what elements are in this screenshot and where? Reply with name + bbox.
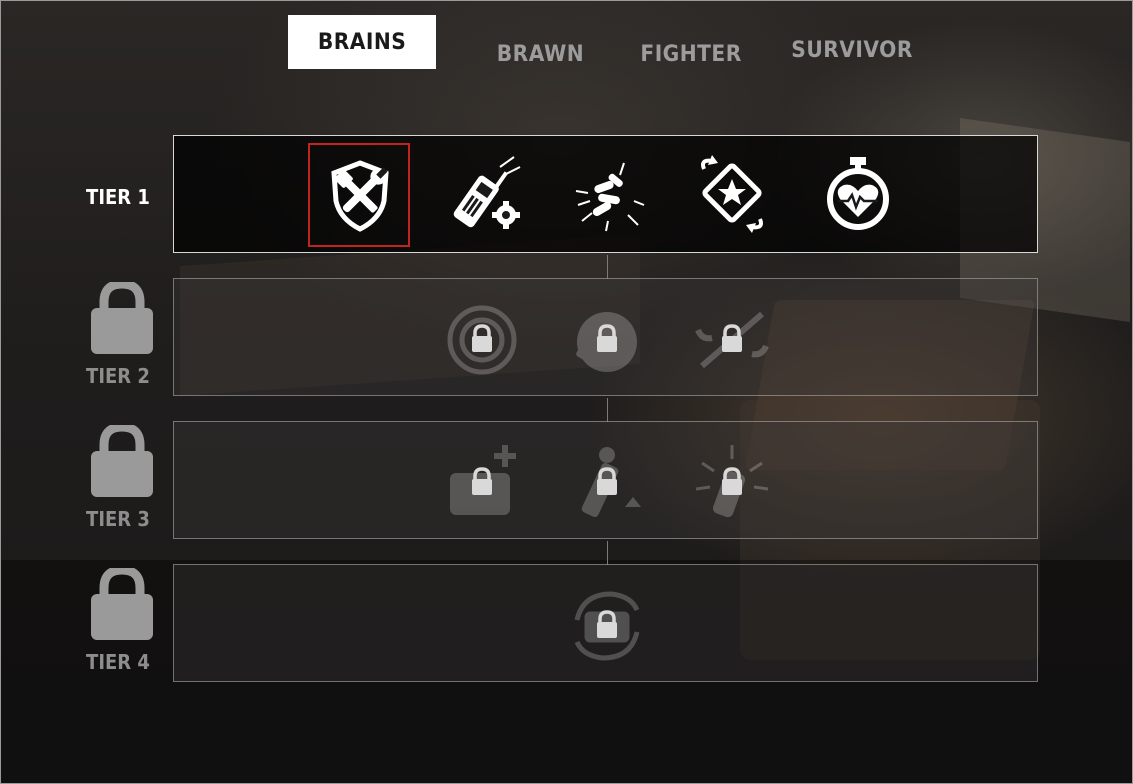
tier-connector xyxy=(607,255,608,279)
tab-survivor[interactable]: SURVIVOR xyxy=(791,38,913,63)
radio-globe-icon xyxy=(576,312,637,372)
heart-stopwatch-icon xyxy=(827,157,889,230)
tab-brawn[interactable]: BRAWN xyxy=(497,42,584,67)
flask-upgrade-icon xyxy=(581,447,641,517)
medkit-plus-icon xyxy=(450,445,516,515)
star-card-swap-icon xyxy=(701,155,763,233)
skill-radio-globe-locked[interactable] xyxy=(567,300,647,380)
skill-tool-swap-locked[interactable] xyxy=(692,300,772,380)
tier-connector xyxy=(607,398,608,422)
cycle-stash-icon xyxy=(574,591,640,661)
tool-swap-icon xyxy=(695,311,769,369)
tab-brains[interactable]: BRAINS xyxy=(288,15,436,69)
skill-medkit-plus-locked[interactable] xyxy=(442,443,522,523)
tier-3-lock-icon xyxy=(91,425,153,497)
skill-star-card-swap[interactable] xyxy=(694,155,774,235)
repair-shield-icon xyxy=(331,160,389,232)
tier-4-lock-icon xyxy=(91,568,153,640)
skill-walkie-gear[interactable] xyxy=(444,155,524,235)
skill-repair-shield[interactable] xyxy=(308,143,410,247)
tier-2-lock-icon xyxy=(91,282,153,354)
tier-4-label: TIER 4 xyxy=(86,650,150,674)
skill-scattered-ammo[interactable] xyxy=(568,155,648,235)
category-tabs: BRAINS BRAWN FIGHTER SURVIVOR xyxy=(0,0,1133,80)
scattered-ammo-icon xyxy=(575,162,645,232)
skill-heart-stopwatch[interactable] xyxy=(818,155,898,235)
skill-cycle-stash-locked[interactable] xyxy=(567,586,647,666)
tier-2-label: TIER 2 xyxy=(86,364,150,388)
tab-fighter[interactable]: FIGHTER xyxy=(640,42,741,67)
skill-target-reticle-locked[interactable] xyxy=(442,300,522,380)
walkie-gear-icon xyxy=(453,156,521,229)
small-lock-icon xyxy=(472,324,492,352)
skill-flask-upgrade-locked[interactable] xyxy=(567,443,647,523)
tier-1-label: TIER 1 xyxy=(86,185,150,209)
skill-explosive-burst-locked[interactable] xyxy=(692,443,772,523)
tier-connector xyxy=(607,541,608,565)
tier-3-label: TIER 3 xyxy=(86,507,150,531)
explosive-burst-icon xyxy=(695,445,769,518)
target-reticle-icon xyxy=(447,305,517,375)
